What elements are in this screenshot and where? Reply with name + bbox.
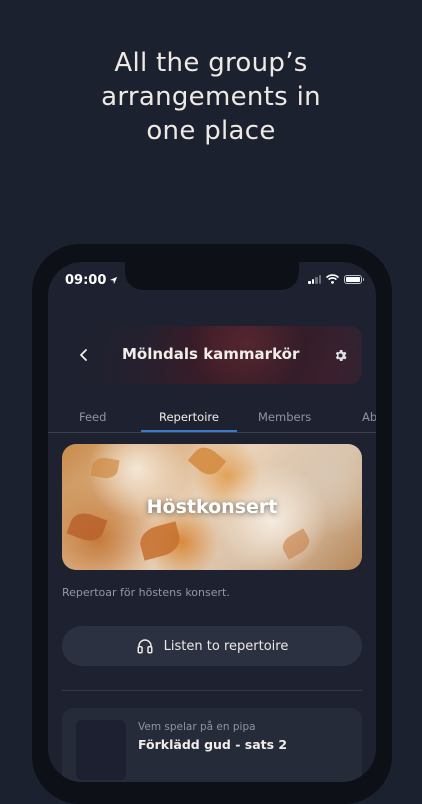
chevron-left-icon bbox=[80, 349, 87, 361]
location-arrow-icon bbox=[110, 276, 118, 285]
back-button[interactable] bbox=[72, 343, 96, 367]
phone-screen: 09:00 Mölndals kammarkör Feed Repertoire… bbox=[48, 262, 376, 782]
group-tabs: Feed Repertoire Members Ab bbox=[48, 402, 376, 433]
song-card[interactable]: Vem spelar på en pipa Förklädd gud - sat… bbox=[62, 708, 362, 782]
marketing-headline: All the group’s arrangements in one plac… bbox=[0, 46, 422, 148]
listen-to-repertoire-button[interactable]: Listen to repertoire bbox=[62, 626, 362, 666]
tab-feed[interactable]: Feed bbox=[79, 410, 106, 424]
repertoire-banner[interactable]: Höstkonsert bbox=[62, 444, 362, 570]
wifi-icon bbox=[326, 274, 339, 284]
headline-line-1: All the group’s bbox=[114, 48, 308, 78]
song-thumbnail bbox=[76, 720, 126, 780]
tab-repertoire[interactable]: Repertoire bbox=[159, 410, 219, 424]
tab-about[interactable]: Ab bbox=[362, 410, 376, 424]
repertoire-description: Repertoar för höstens konsert. bbox=[62, 586, 230, 599]
headline-line-3: one place bbox=[146, 116, 276, 146]
group-title: Mölndals kammarkör bbox=[122, 345, 300, 363]
headline-line-2: arrangements in bbox=[101, 82, 321, 112]
battery-icon bbox=[344, 274, 364, 284]
gear-icon bbox=[335, 349, 347, 361]
group-header: Mölndals kammarkör bbox=[62, 326, 362, 384]
settings-button[interactable] bbox=[328, 343, 352, 367]
signal-icon bbox=[308, 274, 321, 284]
phone-notch bbox=[125, 262, 299, 290]
banner-title: Höstkonsert bbox=[146, 496, 278, 518]
status-time-text: 09:00 bbox=[65, 273, 107, 288]
song-subtitle: Vem spelar på en pipa bbox=[138, 721, 256, 733]
status-bar-icons bbox=[308, 274, 364, 284]
active-tab-indicator bbox=[141, 430, 237, 432]
listen-button-label: Listen to repertoire bbox=[163, 638, 289, 654]
divider bbox=[62, 690, 362, 691]
status-bar-time: 09:00 bbox=[65, 273, 118, 288]
tab-members[interactable]: Members bbox=[258, 410, 311, 424]
headphones-icon bbox=[137, 639, 153, 654]
